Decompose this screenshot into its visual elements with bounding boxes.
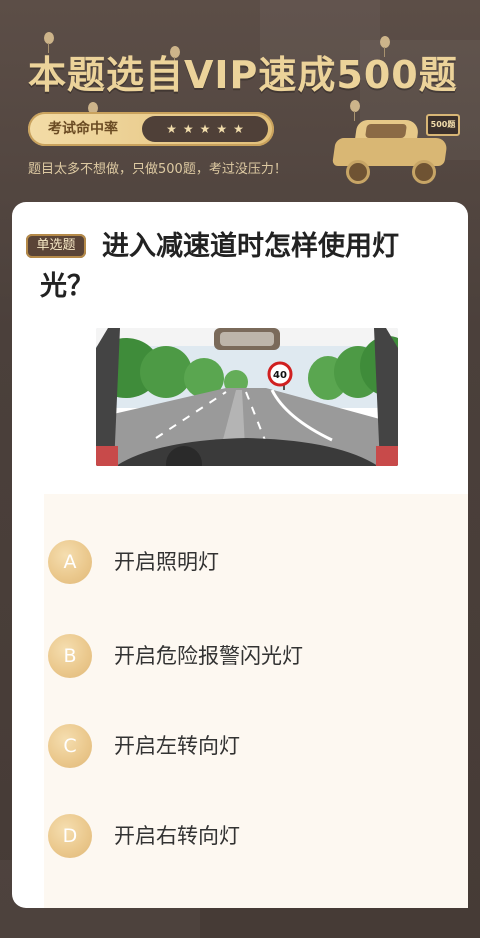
option-text: 开启右转向灯 — [114, 824, 240, 848]
hit-rate-label: 考试命中率 — [48, 121, 118, 137]
star-icon: ★ — [233, 122, 244, 136]
option-text: 开启左转向灯 — [114, 734, 240, 758]
star-icon: ★ — [182, 122, 194, 136]
option-text: 开启照明灯 — [114, 550, 219, 574]
car-wheel — [346, 160, 370, 184]
car-sign: 500题 — [426, 114, 460, 136]
banner-title: 本题选自VIP速成500题 — [28, 53, 458, 97]
option-text: 开启危险报警闪光灯 — [114, 644, 303, 668]
option-c[interactable]: C 开启左转向灯 — [44, 718, 468, 778]
question-text: 进入减速道时怎样使用灯光？ — [40, 231, 399, 302]
option-letter: B — [48, 634, 92, 678]
star-icon: ★ — [166, 122, 177, 136]
road-scene-image: 40 — [96, 328, 398, 466]
star-rating: ★ ★ ★ ★ ★ — [142, 116, 268, 142]
star-icon: ★ — [216, 122, 228, 136]
option-d[interactable]: D 开启右转向灯 — [44, 808, 468, 868]
question-type-badge: 单选题 — [26, 234, 86, 258]
car-illustration: 500题 — [328, 102, 460, 188]
balloon-decoration — [44, 32, 54, 53]
banner-subtitle: 题目太多不想做，只做500题，考过没压力！ — [28, 162, 287, 177]
hit-rate-pill: 考试命中率 ★ ★ ★ ★ ★ — [28, 112, 274, 146]
speed-limit-sign: 40 — [273, 370, 287, 381]
option-letter: A — [48, 540, 92, 584]
question-image: 40 — [96, 328, 398, 466]
star-icon: ★ — [199, 122, 211, 136]
option-letter: D — [48, 814, 92, 858]
option-a[interactable]: A 开启照明灯 — [44, 534, 468, 594]
option-letter: C — [48, 724, 92, 768]
car-wheel — [412, 160, 436, 184]
option-b[interactable]: B 开启危险报警闪光灯 — [44, 628, 468, 688]
options-panel: A 开启照明灯 B 开启危险报警闪光灯 C 开启左转向灯 D 开启右转向灯 — [44, 494, 468, 908]
car-window — [365, 124, 407, 138]
